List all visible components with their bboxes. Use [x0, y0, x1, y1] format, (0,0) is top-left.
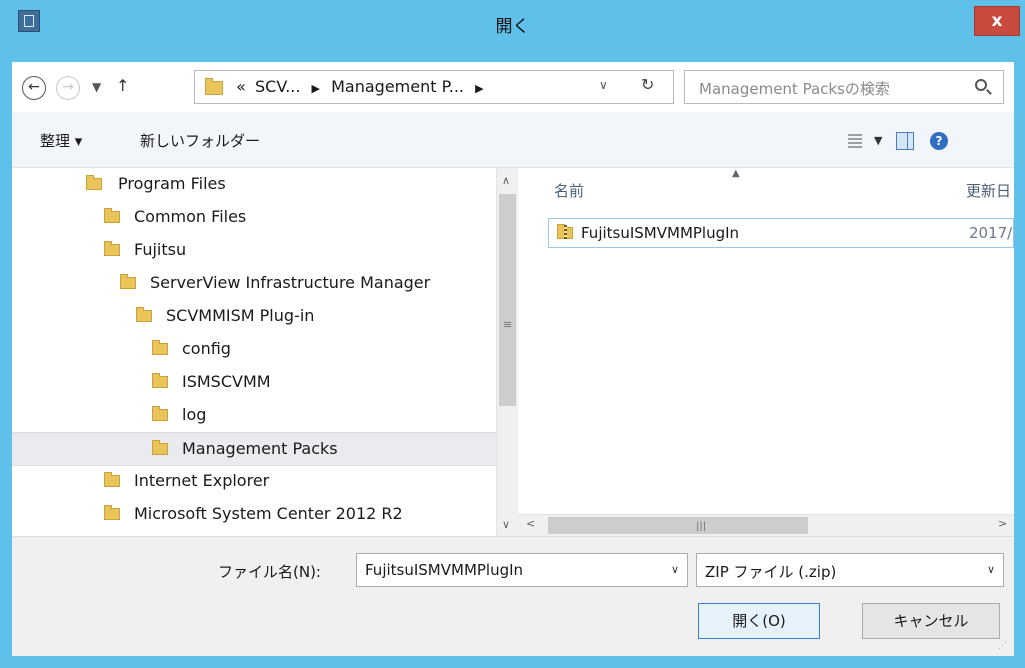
folder-icon: [104, 505, 120, 520]
tree-item-label: log: [182, 405, 207, 424]
folder-icon: [104, 472, 120, 487]
tree-item-label: Management Packs: [182, 439, 338, 458]
tree-item-program-files[interactable]: Program Files: [12, 168, 496, 202]
scroll-grip-icon: |||: [696, 521, 707, 532]
folder-icon: [152, 340, 168, 355]
folder-icon: [86, 175, 102, 190]
title-bar[interactable]: 開く x: [0, 0, 1025, 62]
open-file-dialog: 開く x ← → ▼ ↑ « SCV... ▶ Management P... …: [0, 0, 1025, 668]
change-view-icon[interactable]: [848, 134, 862, 148]
folder-icon: [152, 440, 168, 455]
tree-item-label: Common Files: [134, 207, 247, 226]
new-folder-button[interactable]: 新しいフォルダー: [140, 130, 260, 151]
tree-item-label: config: [182, 339, 231, 358]
organize-menu[interactable]: 整理 ▾: [40, 130, 82, 151]
tree-item-config[interactable]: config: [12, 333, 496, 367]
tree-item-label: Microsoft System Center 2012 R2: [134, 504, 403, 523]
list-horizontal-scrollbar[interactable]: < ||| >: [518, 514, 1014, 536]
tree-item-label: Program Files: [118, 174, 226, 193]
scrollbar-thumb[interactable]: ≡: [499, 194, 516, 406]
search-placeholder: Management Packsの検索: [699, 80, 890, 98]
file-type-select[interactable]: ZIP ファイル (.zip) ∨: [696, 553, 1004, 587]
tree-item-common-files[interactable]: Common Files: [12, 201, 496, 235]
navigation-pane: Program Files Common Files Fujitsu Serve…: [12, 168, 496, 536]
breadcrumb-separator-icon[interactable]: ▶: [475, 82, 483, 95]
tree-item-internet-explorer[interactable]: Internet Explorer: [12, 465, 496, 499]
file-name-combobox[interactable]: FujitsuISMVMMPlugIn ∨: [356, 553, 688, 587]
tree-item-label: ServerView Infrastructure Manager: [150, 273, 431, 292]
cancel-button[interactable]: キャンセル: [862, 603, 1000, 639]
list-item[interactable]: FujitsuISMVMMPlugIn 2017/: [548, 218, 1014, 248]
column-header: ▲ 名前 更新日: [518, 168, 1014, 208]
dialog-client: ← → ▼ ↑ « SCV... ▶ Management P... ▶ ∨ ↻…: [12, 62, 1014, 656]
forward-button[interactable]: →: [56, 76, 80, 100]
tree-item-label: Internet Explorer: [134, 471, 270, 490]
address-bar[interactable]: « SCV... ▶ Management P... ▶ ∨ ↻: [194, 70, 674, 104]
address-history-chevron-down-icon[interactable]: ∨: [599, 78, 608, 92]
sort-ascending-icon: ▲: [732, 168, 740, 179]
tree-item-label: Fujitsu: [134, 240, 187, 259]
tree-item-microsoft-system-center[interactable]: Microsoft System Center 2012 R2: [12, 498, 496, 532]
breadcrumb: « SCV... ▶ Management P... ▶: [205, 77, 490, 96]
folder-icon: [136, 307, 152, 322]
recent-locations-chevron-down-icon[interactable]: ▼: [92, 80, 101, 94]
navigation-bar: ← → ▼ ↑ « SCV... ▶ Management P... ▶ ∨ ↻…: [12, 62, 1014, 112]
tree-item-ismscvmm[interactable]: ISMSCVMM: [12, 366, 496, 400]
file-list: ▲ 名前 更新日 FujitsuISMVMMPlugIn 2017/: [518, 168, 1014, 536]
window-title: 開く: [495, 17, 530, 37]
help-icon[interactable]: ?: [930, 132, 948, 150]
tree-item-label: ISMSCVMM: [182, 372, 271, 391]
tree-item-log[interactable]: log: [12, 399, 496, 433]
file-date: 2017/: [969, 224, 1013, 242]
folder-icon: [152, 406, 168, 421]
search-input[interactable]: Management Packsの検索: [684, 70, 1004, 104]
breadcrumb-separator-icon[interactable]: ▶: [312, 82, 320, 95]
breadcrumb-item[interactable]: Management P...: [331, 77, 464, 96]
back-button[interactable]: ←: [22, 76, 46, 100]
tree-item-scvmmism-plug-in[interactable]: SCVMMISM Plug-in: [12, 300, 496, 334]
tree-item-serverview-infrastructure-manager[interactable]: ServerView Infrastructure Manager: [12, 267, 496, 301]
tree-item-fujitsu[interactable]: Fujitsu: [12, 234, 496, 268]
scrollbar-thumb[interactable]: |||: [548, 517, 808, 534]
file-name-label: ファイル名(N):: [218, 563, 321, 581]
chevron-down-icon[interactable]: ∨: [671, 563, 679, 576]
open-button[interactable]: 開く(O): [698, 603, 820, 639]
scroll-up-arrow-icon[interactable]: ∧: [502, 174, 510, 187]
folder-icon: [120, 274, 136, 289]
column-name[interactable]: 名前: [554, 180, 584, 201]
file-type-value: ZIP ファイル (.zip): [705, 563, 837, 581]
preview-pane-icon[interactable]: [896, 132, 914, 150]
zip-stripe: [564, 225, 567, 239]
scroll-down-arrow-icon[interactable]: ∨: [502, 518, 510, 531]
scroll-left-arrow-icon[interactable]: <: [526, 517, 535, 530]
tree-item-management-packs[interactable]: Management Packs: [12, 432, 496, 466]
scroll-right-arrow-icon[interactable]: >: [998, 517, 1007, 530]
chevron-down-icon[interactable]: ∨: [987, 563, 995, 576]
close-button[interactable]: x: [974, 6, 1020, 36]
resize-grip-icon[interactable]: ⋰: [998, 641, 1007, 651]
tree-item-label: SCVMMISM Plug-in: [166, 306, 315, 325]
view-options-chevron-down-icon[interactable]: ▼: [874, 134, 882, 147]
folder-icon: [205, 77, 223, 95]
column-date-modified[interactable]: 更新日: [966, 180, 1011, 201]
up-arrow-icon[interactable]: ↑: [116, 76, 129, 95]
search-icon[interactable]: [975, 79, 987, 91]
command-bar: 整理 ▾ 新しいフォルダー ▼ ?: [12, 112, 1014, 168]
folder-icon: [152, 373, 168, 388]
breadcrumb-overflow[interactable]: «: [236, 77, 246, 96]
file-name-value: FujitsuISMVMMPlugIn: [365, 561, 524, 579]
scroll-grip-icon: ≡: [503, 318, 513, 331]
refresh-icon[interactable]: ↻: [641, 75, 654, 94]
folder-icon: [104, 208, 120, 223]
file-name: FujitsuISMVMMPlugIn: [581, 224, 740, 242]
folder-icon: [104, 241, 120, 256]
tree-vertical-scrollbar[interactable]: ∧ ≡ ∨: [496, 168, 518, 536]
breadcrumb-item[interactable]: SCV...: [255, 77, 300, 96]
file-name-panel: ファイル名(N): FujitsuISMVMMPlugIn ∨ ZIP ファイル…: [12, 536, 1014, 656]
